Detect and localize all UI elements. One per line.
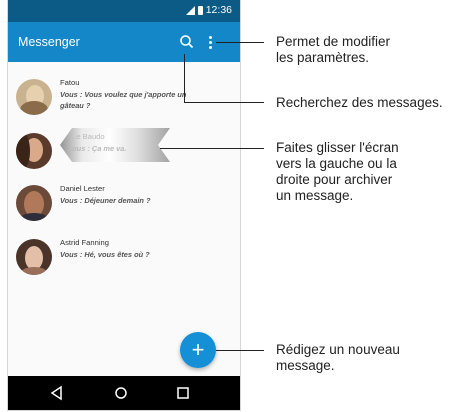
status-time: 12:36 (205, 4, 232, 16)
home-button[interactable] (112, 384, 130, 402)
conversation-list: Fatou Vous : Vous voulez que j'apporte u… (8, 62, 240, 376)
more-options-button[interactable] (204, 31, 216, 53)
callout-swipe: Faites glisser l'écran vers la gauche ou… (276, 140, 399, 203)
avatar (16, 79, 52, 115)
signal-icon (185, 5, 195, 15)
conversation-item[interactable]: Astrid Fanning Vous : Hé, vous êtes où ? (8, 234, 240, 284)
battery-icon (197, 5, 203, 15)
callout-line-search-vertical (184, 54, 185, 102)
conversation-name: ...e Baudo (70, 132, 105, 141)
avatar (16, 185, 52, 221)
search-button[interactable] (176, 31, 198, 53)
callout-settings: Permet de modifier les paramètres. (276, 34, 391, 65)
navigation-bar (8, 376, 240, 410)
conversation-item-swiping[interactable]: ...e Baudo ...ous : Ça me va. (8, 128, 240, 178)
callout-compose: Rédigez un nouveau message. (276, 342, 400, 373)
conversation-item[interactable]: Daniel Lester Vous : Déjeuner demain ? (8, 180, 240, 230)
callout-line-search (184, 102, 264, 103)
callout-line-swipe (160, 148, 264, 149)
conversation-item[interactable]: Fatou Vous : Vous voulez que j'apporte u… (8, 74, 240, 124)
avatar (16, 133, 52, 169)
phone-screen: 12:36 Messenger Fatou Vous : Vous voulez… (8, 0, 240, 410)
conversation-preview: Vous : Déjeuner demain ? (60, 196, 151, 205)
recents-icon (177, 387, 189, 399)
callout-line-settings (216, 42, 264, 43)
app-bar: Messenger (8, 22, 240, 62)
conversation-preview: Vous : Hé, vous êtes où ? (60, 250, 150, 259)
conversation-name: Fatou (60, 78, 80, 87)
callout-search: Recherchez des messages. (276, 95, 443, 110)
more-vert-icon (209, 36, 212, 39)
status-bar: 12:36 (8, 0, 240, 22)
app-title: Messenger (18, 35, 80, 49)
back-button[interactable] (48, 384, 66, 402)
callout-line-compose (216, 350, 264, 351)
compose-button[interactable]: + (180, 332, 216, 368)
conversation-preview: Vous : Vous voulez que j'apporte un gâte… (60, 90, 187, 110)
back-icon (50, 385, 62, 401)
home-icon (115, 387, 127, 399)
search-icon (180, 35, 194, 49)
recents-button[interactable] (174, 384, 192, 402)
conversation-name: Daniel Lester (60, 184, 105, 193)
conversation-name: Astrid Fanning (60, 238, 109, 247)
avatar (16, 239, 52, 275)
